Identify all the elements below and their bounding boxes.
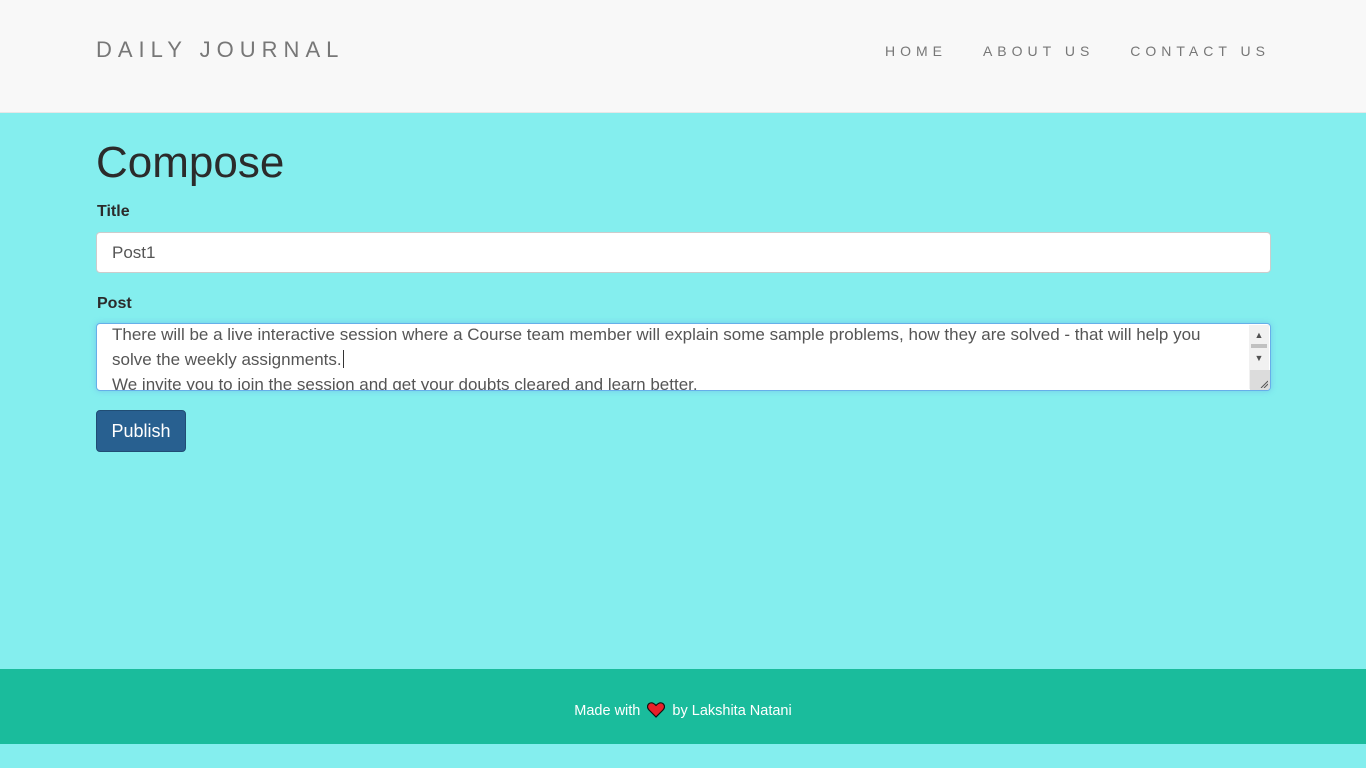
- text-caret: [342, 350, 344, 368]
- nav-links: HOME ABOUT US CONTACT US: [849, 42, 1270, 60]
- scroll-up-arrow-icon[interactable]: ▲: [1249, 328, 1269, 342]
- footer-credit: Made with by Lakshita Natani: [0, 701, 1366, 724]
- post-textarea[interactable]: There will be a live interactive session…: [96, 323, 1271, 391]
- resize-grip-icon[interactable]: [1250, 370, 1270, 390]
- title-label: Title: [97, 203, 130, 220]
- footer-prefix: Made with: [574, 703, 641, 719]
- nav-contact-link[interactable]: CONTACT US: [1130, 42, 1270, 60]
- scroll-down-arrow-icon[interactable]: ▼: [1249, 351, 1269, 365]
- page-title: Compose: [96, 138, 285, 187]
- title-input[interactable]: [96, 232, 1271, 273]
- post-label: Post: [97, 295, 132, 312]
- post-line-1: There will be a live interactive session…: [112, 325, 1201, 369]
- footer-suffix: by Lakshita Natani: [672, 703, 792, 719]
- publish-button[interactable]: Publish: [96, 410, 186, 452]
- scrollbar-thumb[interactable]: [1251, 344, 1267, 348]
- heart-icon: [647, 702, 666, 724]
- nav-about-link[interactable]: ABOUT US: [983, 42, 1094, 60]
- post-line-2: We invite you to join the session and ge…: [112, 375, 698, 391]
- post-text[interactable]: There will be a live interactive session…: [112, 324, 1237, 391]
- brand-logo[interactable]: DAILY JOURNAL: [96, 36, 344, 64]
- navbar: DAILY JOURNAL HOME ABOUT US CONTACT US: [0, 0, 1366, 113]
- footer: Made with by Lakshita Natani: [0, 669, 1366, 744]
- nav-home-link[interactable]: HOME: [885, 42, 947, 60]
